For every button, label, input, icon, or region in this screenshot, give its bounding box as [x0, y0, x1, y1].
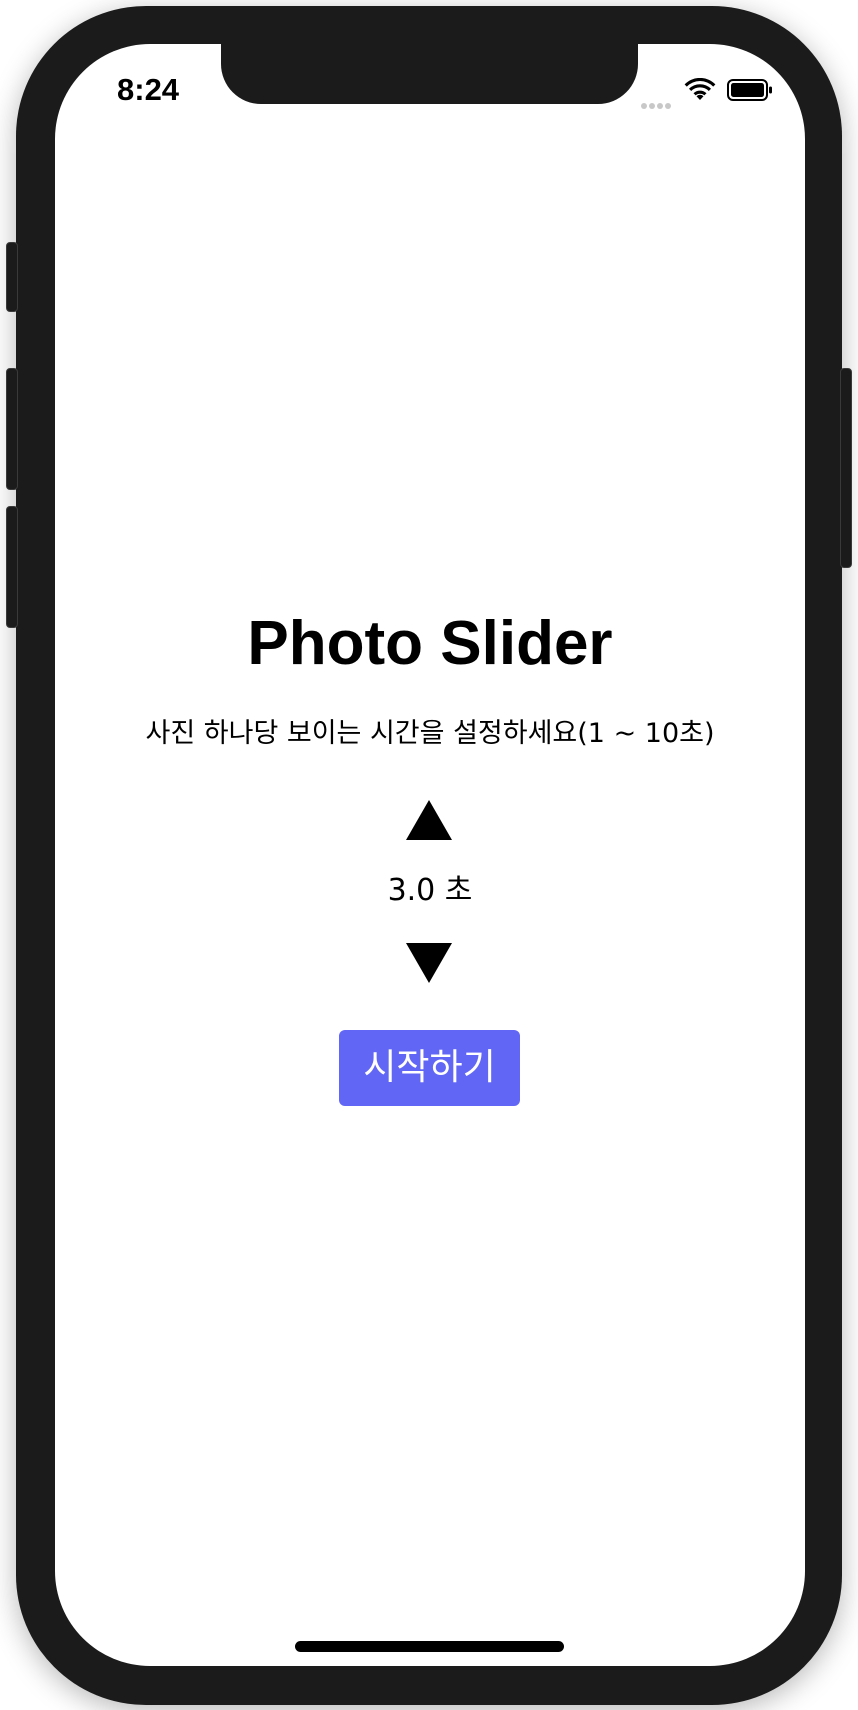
notch	[221, 44, 638, 104]
silent-switch	[6, 242, 18, 312]
signal-dots-icon	[641, 94, 675, 109]
volume-up-button	[6, 368, 18, 490]
status-bar-time: 8:24	[117, 72, 180, 107]
page-title: Photo Slider	[247, 609, 613, 678]
power-button	[840, 368, 852, 568]
screen	[55, 44, 805, 1666]
triangle-up-icon[interactable]	[406, 800, 452, 840]
page: 8:24 Photo Slider 사진 하나당 보이는 시간을 설정하세요(1…	[0, 0, 858, 1710]
triangle-down-icon[interactable]	[406, 943, 452, 983]
home-indicator[interactable]	[295, 1641, 564, 1652]
battery-full-icon	[727, 79, 772, 101]
instruction-text: 사진 하나당 보이는 시간을 설정하세요(1 ~ 10초)	[145, 718, 715, 749]
wifi-icon	[684, 78, 716, 100]
duration-value: 3.0 초	[387, 873, 473, 908]
volume-down-button	[6, 506, 18, 628]
start-button[interactable]: 시작하기	[339, 1030, 520, 1106]
